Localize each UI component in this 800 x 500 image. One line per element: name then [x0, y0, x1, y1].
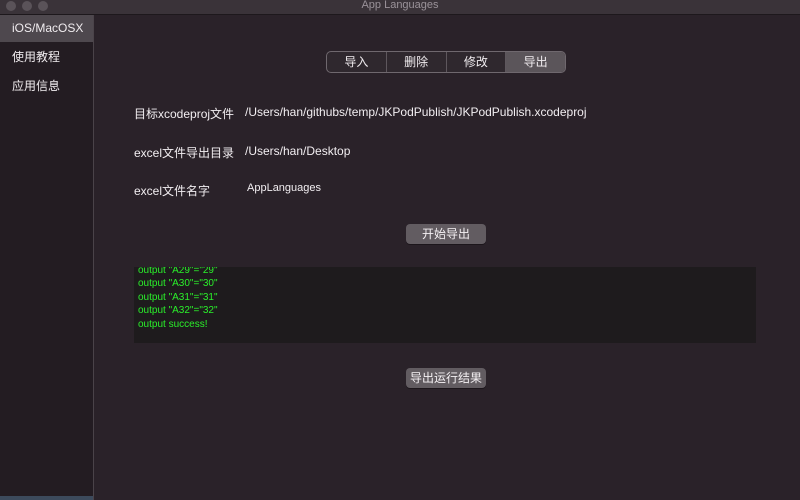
start-export-button[interactable]: 开始导出	[406, 224, 486, 244]
console-line: output "A30"="30"	[138, 278, 218, 290]
console-line: output success!	[138, 318, 208, 330]
xcodeproj-path-field[interactable]: /Users/han/githubs/temp/JKPodPublish/JKP…	[245, 105, 587, 119]
console-output: output "A29"="29" output "A30"="30" outp…	[138, 267, 218, 331]
window-title: App Languages	[361, 0, 439, 11]
sidebar-item-ios-macosx[interactable]: iOS/MacOSX	[0, 15, 93, 42]
file-name-field[interactable]: AppLanguages	[247, 182, 321, 194]
export-dir-label: excel文件导出目录	[134, 146, 235, 160]
title-bar: App Languages	[0, 0, 800, 15]
console-line: output "A29"="29"	[138, 267, 218, 276]
sidebar-bottom-strip	[0, 496, 93, 500]
console-line: output "A31"="31"	[138, 291, 218, 303]
sidebar-item-app-info[interactable]: 应用信息	[0, 73, 93, 100]
export-result-button[interactable]: 导出运行结果	[406, 368, 486, 388]
tab-import[interactable]: 导入	[327, 52, 387, 72]
file-name-label: excel文件名字	[134, 184, 211, 198]
tab-modify[interactable]: 修改	[447, 52, 507, 72]
mode-segmented-control: 导入 删除 修改 导出	[326, 51, 566, 73]
output-console[interactable]: output "A29"="29" output "A30"="30" outp…	[134, 267, 756, 343]
xcodeproj-label: 目标xcodeproj文件	[134, 107, 235, 121]
tab-delete[interactable]: 删除	[387, 52, 447, 72]
console-line: output "A32"="32"	[138, 305, 218, 317]
tab-export[interactable]: 导出	[506, 52, 565, 72]
sidebar-item-tutorial[interactable]: 使用教程	[0, 44, 93, 71]
main-panel: 导入 删除 修改 导出 目标xcodeproj文件 /Users/han/git…	[94, 15, 800, 500]
sidebar: iOS/MacOSX 使用教程 应用信息	[0, 15, 94, 500]
export-dir-field[interactable]: /Users/han/Desktop	[245, 144, 350, 158]
